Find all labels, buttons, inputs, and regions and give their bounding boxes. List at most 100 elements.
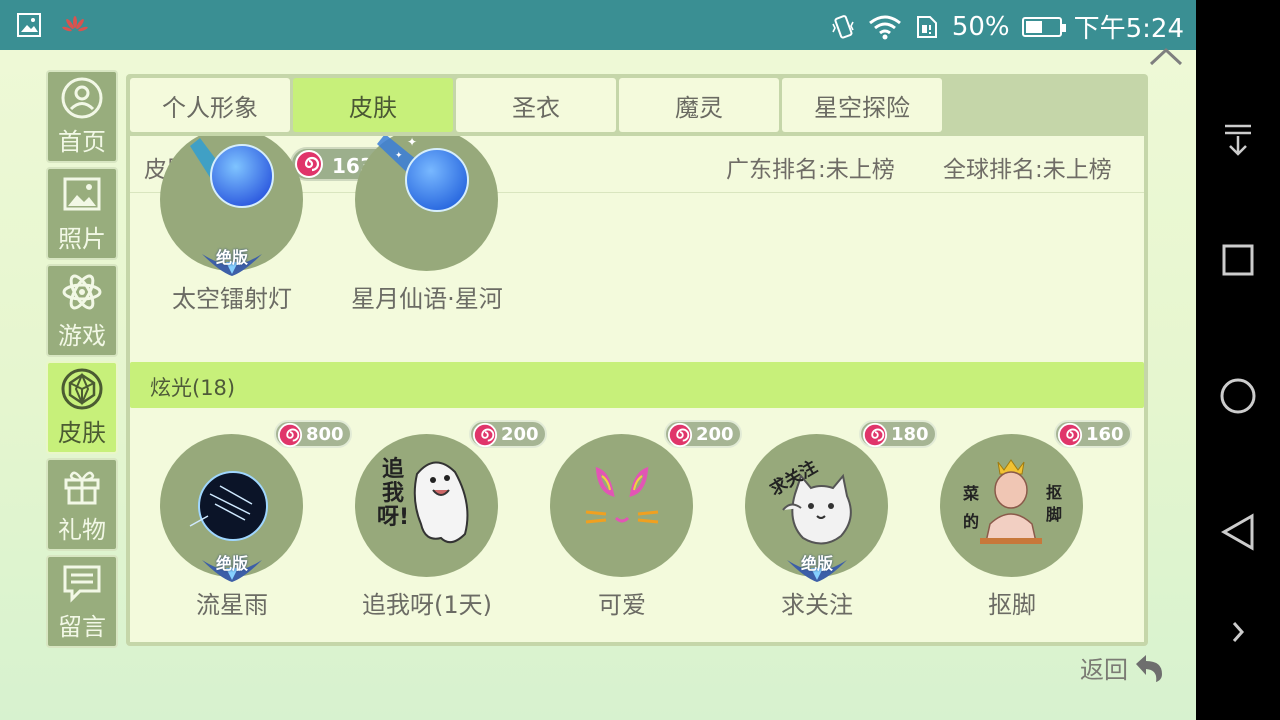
back-nav-button[interactable]	[1218, 512, 1258, 552]
return-arrow-icon	[1136, 654, 1162, 682]
scratch-art-text-left: 菜的	[962, 484, 979, 531]
star-river-icon: ✦ ✦	[377, 136, 469, 212]
sidebar-item-gifts[interactable]: 礼物	[46, 458, 118, 551]
price-value: 200	[696, 424, 734, 445]
svg-text:✦: ✦	[395, 151, 403, 161]
candy-coin-icon	[1057, 422, 1083, 448]
sidebar-item-messages[interactable]: 留言	[46, 555, 118, 648]
huawei-logo-icon	[62, 16, 88, 32]
price-value: 160	[1086, 424, 1124, 445]
sidebar-item-home[interactable]: 首页	[46, 70, 118, 163]
square-icon	[1222, 244, 1254, 276]
glow-section-header[interactable]: 炫光(18)	[130, 362, 1144, 408]
glow-item[interactable]: 200 可爱	[542, 420, 742, 620]
skin-name: 太空镭射灯	[172, 285, 292, 313]
tab-avatar[interactable]: 个人形象	[130, 78, 290, 132]
glow-item[interactable]: 菜的 抠脚 160 抠脚	[932, 420, 1132, 620]
price-badge: 800	[274, 420, 352, 448]
out-of-print-label: 绝版	[215, 554, 248, 573]
scratch-art-text-right: 抠脚	[1045, 483, 1062, 524]
expand-nav-button[interactable]	[1218, 612, 1258, 652]
atom-icon	[62, 274, 102, 310]
close-icon[interactable]	[1148, 38, 1184, 68]
photo-icon	[63, 177, 101, 211]
wifi-icon	[868, 15, 901, 39]
glow-item[interactable]: 追我呀! 200 追我呀(1天)	[347, 420, 547, 620]
glow-name: 流星雨	[196, 591, 268, 619]
glow-item[interactable]: 求关注 180 绝版 求关注	[737, 420, 937, 620]
glow-name: 抠脚	[988, 591, 1036, 619]
sidebar-item-label: 照片	[58, 225, 106, 253]
skin-name: 星月仙语·星河	[351, 285, 503, 313]
glow-item[interactable]: 800 绝版 流星雨	[152, 420, 352, 620]
main-panel: 个人形象 皮肤 圣衣 魔灵 星空探险 皮肤总价值: 16313 广东排名:未上榜…	[126, 74, 1148, 646]
notification-shade-button[interactable]	[1218, 120, 1258, 160]
battery-fill	[1025, 20, 1042, 33]
glow-thumbnail: 菜的 抠脚 160	[940, 420, 1132, 577]
tab-space-adventure[interactable]: 星空探险	[782, 78, 942, 132]
candy-coin-icon	[472, 422, 498, 448]
out-of-print-label: 绝版	[215, 248, 248, 267]
sidebar: 首页 照片 游戏 皮肤 礼物 留言	[46, 70, 120, 652]
tab-spirit[interactable]: 魔灵	[619, 78, 779, 132]
tab-skins[interactable]: 皮肤	[293, 78, 453, 132]
price-value: 800	[306, 424, 344, 445]
price-badge: 160	[1054, 420, 1132, 448]
sim-card-icon	[916, 15, 937, 38]
sidebar-item-games[interactable]: 游戏	[46, 264, 118, 357]
sidebar-item-photos[interactable]: 照片	[46, 167, 118, 260]
gift-icon	[64, 471, 100, 505]
out-of-print-badge: 绝版	[200, 246, 264, 276]
price-value: 180	[891, 424, 929, 445]
glow-thumbnail: 200	[550, 420, 742, 577]
bunny-face-icon	[585, 466, 659, 524]
out-of-print-badge: 绝版	[785, 552, 849, 582]
price-badge: 200	[664, 420, 742, 448]
message-icon	[63, 565, 101, 603]
skin-item[interactable]: 绝版 太空镭射灯	[152, 136, 312, 314]
global-rank: 全球排名:未上榜	[943, 157, 1112, 183]
skin-thumbnail: 绝版	[160, 136, 303, 276]
status-bar: 50% 下午5:24	[0, 0, 1196, 50]
guangdong-rank: 广东排名:未上榜	[726, 157, 895, 183]
sidebar-item-label: 留言	[58, 613, 106, 641]
gem-icon	[61, 368, 103, 410]
vibrate-icon	[832, 14, 854, 39]
home-button[interactable]	[1218, 376, 1258, 416]
pull-down-icon	[1225, 124, 1251, 156]
out-of-print-label: 绝版	[800, 554, 833, 573]
battery-percent: 50%	[951, 11, 1010, 42]
glow-name: 求关注	[781, 591, 853, 619]
android-nav-bar	[1196, 0, 1280, 720]
sidebar-item-label: 礼物	[58, 516, 106, 544]
tab-armor[interactable]: 圣衣	[456, 78, 616, 132]
back-button[interactable]: 返回	[1080, 650, 1166, 685]
chevron-right-icon	[1232, 622, 1245, 642]
chase-art-text: 追我呀!	[376, 457, 410, 530]
skin-item[interactable]: ✦ ✦ 星月仙语·星河	[347, 136, 507, 314]
skin-thumbnail: ✦ ✦	[355, 136, 498, 271]
triangle-back-icon	[1220, 513, 1254, 551]
glow-name: 可爱	[598, 591, 646, 619]
glow-thumbnail: 求关注 180 绝版	[745, 420, 937, 582]
svg-text:✦: ✦	[407, 136, 417, 149]
out-of-print-badge: 绝版	[200, 552, 264, 582]
sidebar-item-label: 游戏	[58, 322, 106, 350]
glow-thumbnail: 800 绝版	[160, 420, 352, 582]
skins-content[interactable]: 皮肤总价值: 16313 广东排名:未上榜 全球排名:未上榜	[130, 136, 1144, 642]
glow-name: 追我呀(1天)	[362, 591, 492, 619]
tab-bar: 个人形象 皮肤 圣衣 魔灵 星空探险	[130, 78, 942, 132]
circle-icon	[1220, 378, 1256, 414]
price-value: 200	[501, 424, 539, 445]
price-badge: 200	[469, 420, 547, 448]
candy-coin-icon	[277, 422, 303, 448]
price-badge: 180	[859, 420, 937, 448]
sidebar-item-skins[interactable]: 皮肤	[46, 361, 118, 454]
battery-icon	[1021, 16, 1066, 37]
candy-coin-icon	[667, 422, 693, 448]
sidebar-item-label: 首页	[58, 128, 106, 156]
glow-thumbnail: 追我呀! 200	[355, 420, 547, 577]
candy-coin-icon	[862, 422, 888, 448]
recents-button[interactable]	[1218, 240, 1258, 280]
gallery-notification-icon	[17, 13, 41, 37]
